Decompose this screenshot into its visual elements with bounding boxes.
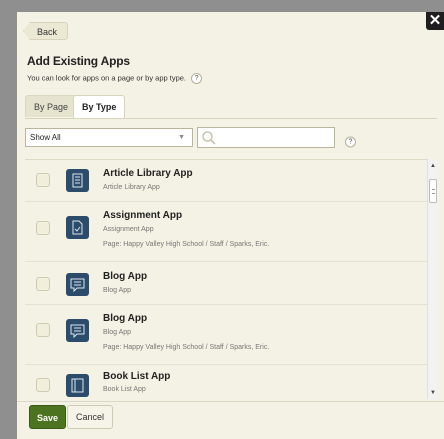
list-item[interactable]: Book List App Book List App <box>25 366 435 399</box>
list-scrollbar[interactable]: ▲ ▼ <box>427 159 437 399</box>
app-name: Blog App <box>103 271 148 282</box>
app-type: Assignment App <box>103 226 154 233</box>
tab-divider <box>25 118 437 119</box>
modal-overlay: Back Add Existing Apps You can look for … <box>0 0 444 439</box>
subtitle-text: You can look for apps on a page or by ap… <box>27 73 187 83</box>
list-item[interactable]: Article Library App Article Library App <box>25 160 435 202</box>
back-button[interactable]: Back <box>23 22 69 40</box>
save-button[interactable]: Save <box>29 405 67 429</box>
tab-by-type[interactable]: By Type <box>73 95 126 119</box>
app-type-select[interactable]: Show All ▼ <box>25 128 193 147</box>
app-name: Assignment App <box>103 210 183 221</box>
list-item[interactable]: Blog App Blog App <box>25 263 435 305</box>
app-checkbox[interactable] <box>36 277 50 291</box>
app-checkbox[interactable] <box>36 221 50 235</box>
app-type: Blog App <box>103 287 132 294</box>
search-help-icon[interactable]: ? <box>345 136 356 148</box>
blog-icon <box>66 273 89 296</box>
search-input[interactable] <box>197 127 335 148</box>
app-name: Book List App <box>103 371 171 382</box>
app-checkbox[interactable] <box>36 378 50 392</box>
scroll-down-arrow-icon[interactable]: ▼ <box>428 390 438 396</box>
app-name: Blog App <box>103 313 148 324</box>
article-library-icon <box>66 169 89 192</box>
select-value: Show All <box>30 133 61 142</box>
app-name: Article Library App <box>103 168 193 179</box>
tab-by-page[interactable]: By Page <box>25 95 78 117</box>
dialog-title: Add Existing Apps <box>27 54 130 68</box>
app-type: Article Library App <box>103 184 160 191</box>
footer-divider <box>17 401 444 402</box>
app-page-path: Page: Happy Valley High School / Staff /… <box>103 241 270 248</box>
blog-icon <box>66 319 89 342</box>
close-icon[interactable]: ✕ <box>426 12 444 30</box>
assignment-icon <box>66 216 89 239</box>
app-type: Blog App <box>103 329 132 336</box>
list-item[interactable]: Assignment App Assignment App Page: Happ… <box>25 203 435 262</box>
app-type: Book List App <box>103 386 146 393</box>
app-checkbox[interactable] <box>36 173 50 187</box>
grip-icon <box>432 189 435 194</box>
scroll-thumb[interactable] <box>429 179 437 203</box>
dialog-subtitle: You can look for apps on a page or by ap… <box>27 73 203 84</box>
add-existing-apps-dialog: Back Add Existing Apps You can look for … <box>17 12 444 439</box>
app-checkbox[interactable] <box>36 323 50 337</box>
book-list-icon <box>66 374 89 397</box>
app-page-path: Page: Happy Valley High School / Staff /… <box>103 344 270 351</box>
apps-list: Article Library App Article Library App … <box>25 159 435 399</box>
search-icon <box>202 131 216 145</box>
cancel-button[interactable]: Cancel <box>67 405 114 429</box>
help-icon[interactable]: ? <box>191 73 203 84</box>
chevron-down-icon: ▼ <box>178 134 185 141</box>
scroll-up-arrow-icon[interactable]: ▲ <box>428 163 438 169</box>
list-item[interactable]: Blog App Blog App Page: Happy Valley Hig… <box>25 306 435 365</box>
